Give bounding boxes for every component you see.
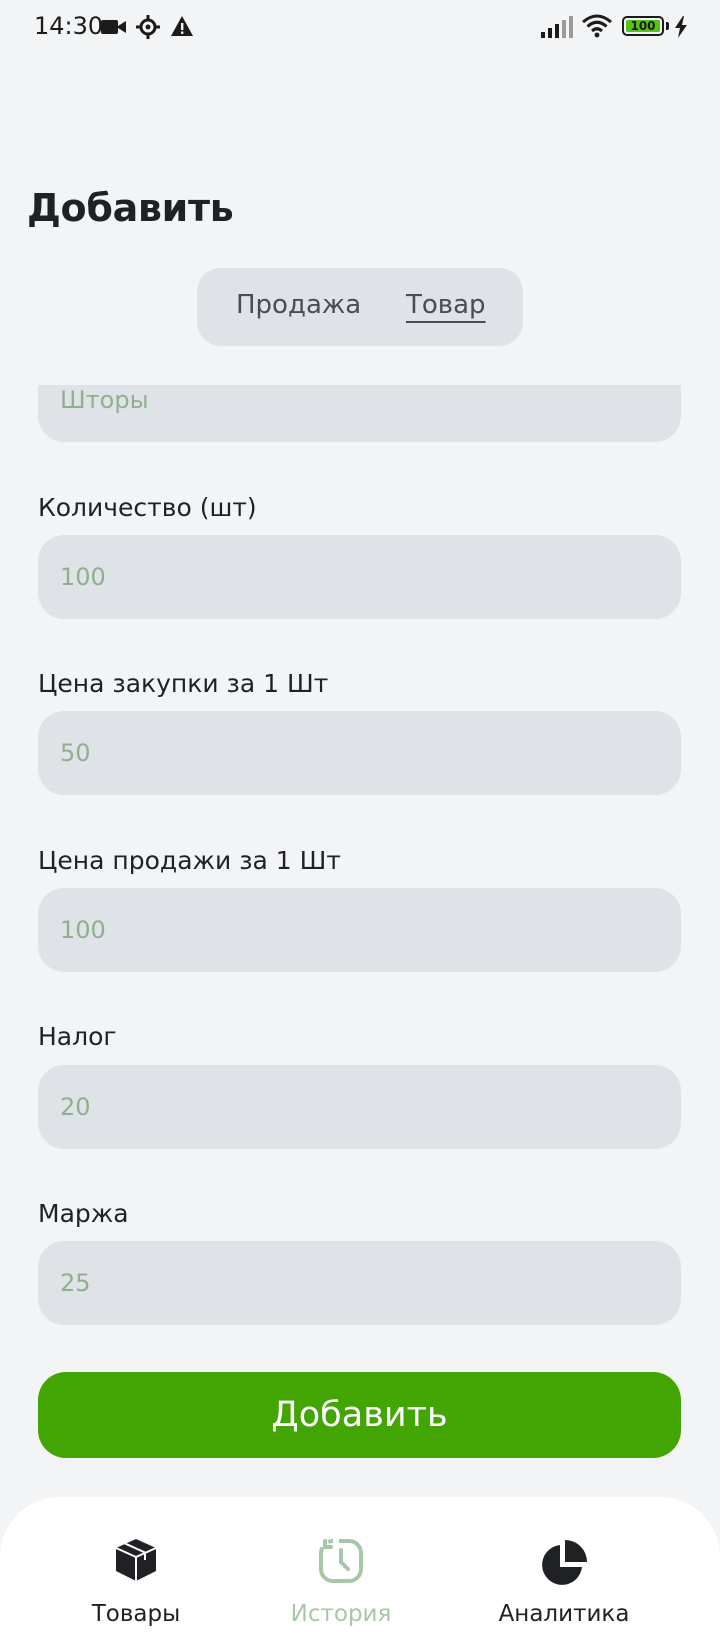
tax-label: Налог: [38, 1022, 117, 1051]
battery-icon: 100: [622, 16, 664, 36]
history-icon: [317, 1537, 365, 1589]
box-icon: [114, 1537, 158, 1587]
segmented-control: Продажа Товар: [197, 268, 523, 346]
pie-chart-icon: [538, 1537, 590, 1593]
form-scroll-area[interactable]: Шторы Количество (шт) 100 Цена закупки з…: [0, 385, 720, 1495]
nav-item-history[interactable]: История: [221, 1497, 461, 1650]
sale-price-input[interactable]: 100: [38, 888, 681, 972]
tab-product[interactable]: Товар: [406, 290, 486, 320]
product-name-input[interactable]: Шторы: [38, 385, 681, 442]
page-title: Добавить: [27, 186, 234, 230]
nav-item-analytics[interactable]: Аналитика: [444, 1497, 684, 1650]
nav-label-history: История: [290, 1601, 392, 1627]
settings-gear-icon: [136, 15, 160, 43]
purchase-price-input[interactable]: 50: [38, 711, 681, 795]
charging-bolt-icon: [674, 16, 688, 42]
nav-label-analytics: Аналитика: [498, 1601, 630, 1627]
video-camera-icon: [101, 18, 127, 40]
status-time: 14:30: [34, 12, 104, 40]
tab-sale[interactable]: Продажа: [236, 290, 361, 320]
bottom-navigation: Товары История Аналитика: [0, 1497, 720, 1650]
wifi-icon: [582, 14, 612, 42]
quantity-label: Количество (шт): [38, 493, 257, 522]
screen: 14:30 100 Добавить Продажа Товар Шторы К…: [0, 0, 720, 1650]
purchase-price-label: Цена закупки за 1 Шт: [38, 669, 329, 698]
add-button[interactable]: Добавить: [38, 1372, 681, 1458]
quantity-input[interactable]: 100: [38, 535, 681, 619]
tax-input[interactable]: 20: [38, 1065, 681, 1149]
margin-label: Маржа: [38, 1199, 129, 1228]
battery-level: 100: [626, 20, 660, 32]
nav-label-products: Товары: [91, 1601, 181, 1627]
signal-icon: [541, 16, 573, 42]
sale-price-label: Цена продажи за 1 Шт: [38, 846, 341, 875]
nav-item-products[interactable]: Товары: [16, 1497, 256, 1650]
battery-cap: [666, 22, 669, 30]
margin-input[interactable]: 25: [38, 1241, 681, 1325]
warning-icon: [170, 15, 194, 41]
status-bar: 14:30 100: [0, 0, 720, 56]
